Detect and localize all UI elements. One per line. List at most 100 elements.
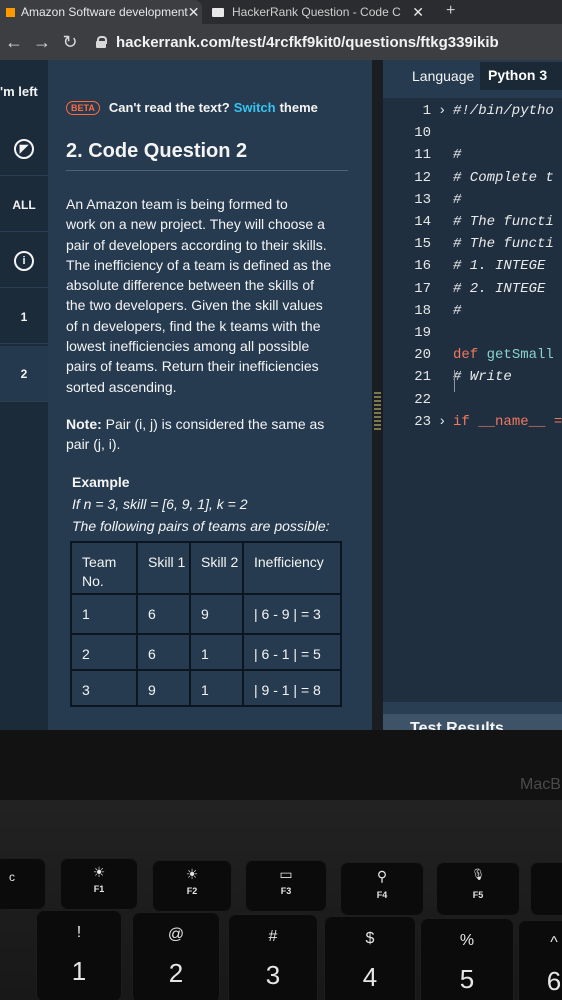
code-text: # The functi [453,236,554,252]
nav-all-label: ALL [12,197,36,212]
code-content: # The functi [453,236,554,253]
code-line: 1 › #!/bin/pytho [383,103,562,125]
line-number: 21 [414,369,431,386]
key-3: # 3 [228,914,318,1000]
tab-title: Amazon Software development [21,5,188,19]
code-text: # [453,192,461,208]
url-text: hackerrank.com/test/4rcfkf9kit0/question… [116,33,499,51]
nav-question-1-label: 1 [20,309,28,324]
table-cell: 1 [191,635,244,671]
example-table: Team No. Skill 1 Skill 2 Inefficiency 1 … [70,541,342,707]
hackerrank-favicon-icon [212,7,224,17]
key-f1: ☀ F1 [60,858,138,910]
new-tab-button[interactable]: + [446,0,455,24]
reload-icon[interactable]: ↻ [56,32,84,53]
line-number: 1 [422,103,431,119]
forward-arrow-icon[interactable]: → [28,32,56,53]
key-label: F3 [280,886,292,896]
info-icon: i [14,250,34,271]
key-shift-label: % [459,932,475,949]
drag-handle-icon[interactable] [374,392,381,432]
note-label: Note: [66,416,102,432]
code-text: # [453,303,461,319]
table-cell: | 6 - 1 | = 5 [244,635,340,671]
nav-all[interactable]: ALL [0,178,48,232]
code-line: 16 # 1. INTEGE [383,258,562,280]
nav-info[interactable]: i [0,234,48,288]
code-line: 13 # [383,192,562,214]
table-cell: 1 [72,595,138,635]
example-heading: Example [72,474,130,490]
browser-toolbar: ← → ↻ hackerrank.com/test/4rcfkf9kit0/qu… [0,24,562,60]
line-number: 13 [414,191,431,208]
nav-question-2[interactable]: 2 [0,346,48,402]
fold-arrow-icon[interactable]: › [438,103,446,119]
code-line: 17 # 2. INTEGE [383,281,562,303]
code-keyword: if [453,413,470,430]
microphone-icon: 🎙 [471,869,485,881]
table-header: Inefficiency [244,543,340,595]
theme-suffix: theme [279,100,318,115]
line-number: 16 [414,258,431,275]
close-tab-icon[interactable]: ✕ [412,4,424,21]
laptop-bezel [0,730,562,800]
code-content: # [453,302,462,319]
code-content: # 2. INTEGE [453,280,546,297]
code-line: 12 # Complete t [383,170,562,192]
code-content: # The functi [453,214,554,230]
code-line: 10 [383,125,562,147]
table-cell: | 6 - 9 | = 3 [244,595,340,635]
indent-guide [454,370,455,392]
keyboard: c ☀ F1 ☀ F2 ▭ F3 ⚲ F4 🎙 F5 ! 1 @ 2 # 3 $… [0,800,562,1000]
code-text: # 2. INTEGE [453,281,545,297]
nav-compass[interactable]: ◤ [0,122,48,176]
key-esc: c [0,858,46,910]
language-label: Language [412,68,475,84]
code-line: 19 [383,325,562,347]
line-number: 14 [414,214,431,230]
key-4: $ 4 [324,916,416,1000]
code-text: # Complete t [453,170,554,186]
code-text: def getSmall [453,347,554,363]
fold-arrow-icon[interactable]: › [438,414,446,430]
language-select[interactable]: Python 3 [480,62,562,90]
code-line: 23 › if __name__ = [383,414,562,436]
brightness-up-icon: ☀ [185,866,199,882]
tab-title: HackerRank Question - Code C [232,5,401,19]
table-header: Team No. [72,543,138,595]
table-cell: 3 [72,671,138,705]
code-content: # [453,191,462,208]
key-shift-label: ! [76,924,82,941]
close-tab-icon[interactable]: ✕ [188,4,200,21]
key-f2: ☀ F2 [152,860,232,912]
description-line: The inefficiency of a team is defined as… [66,256,332,273]
note-text-2: pair (j, i). [66,436,121,453]
laptop-brand-text: MacB [520,776,561,793]
switch-theme-link[interactable]: Switch [234,100,276,115]
key-label: 6 [546,966,562,996]
description-line: pairs of teams. Return their inefficienc… [66,358,319,375]
key-6: ^ 6 [518,920,562,1000]
table-header: Skill 1 [138,543,191,595]
nav-question-2-label: 2 [20,366,28,381]
code-line: 11 # [383,147,562,169]
nav-question-1[interactable]: 1 [0,290,48,344]
key-label: F1 [93,884,105,894]
problem-panel: BETA Can't read the text? Switch theme 2… [48,60,372,730]
table-cell: 9 [138,671,191,705]
table-cell: 6 [138,595,191,635]
description-line: work on a new project. They will choose … [66,216,325,233]
key-label: F5 [472,890,484,900]
code-line: 22 [383,392,562,414]
mission-control-icon: ▭ [279,866,293,882]
code-content: # Write [453,369,512,386]
tab-hackerrank[interactable]: HackerRank Question - Code C ✕ [212,0,432,24]
description-line: An Amazon team is being formed to [66,196,288,212]
code-editor[interactable]: 1 › #!/bin/pytho 10 11 #12 # Complete t 13 #14 # … [383,98,562,702]
address-bar[interactable]: hackerrank.com/test/4rcfkf9kit0/question… [96,34,499,51]
code-line: 18 # [383,303,562,325]
code-content: # 1. INTEGE [453,258,546,275]
back-arrow-icon[interactable]: ← [0,32,28,53]
tab-amazon[interactable]: Amazon Software development ✕ [0,0,202,24]
question-title: 2. Code Question 2 [66,140,248,162]
